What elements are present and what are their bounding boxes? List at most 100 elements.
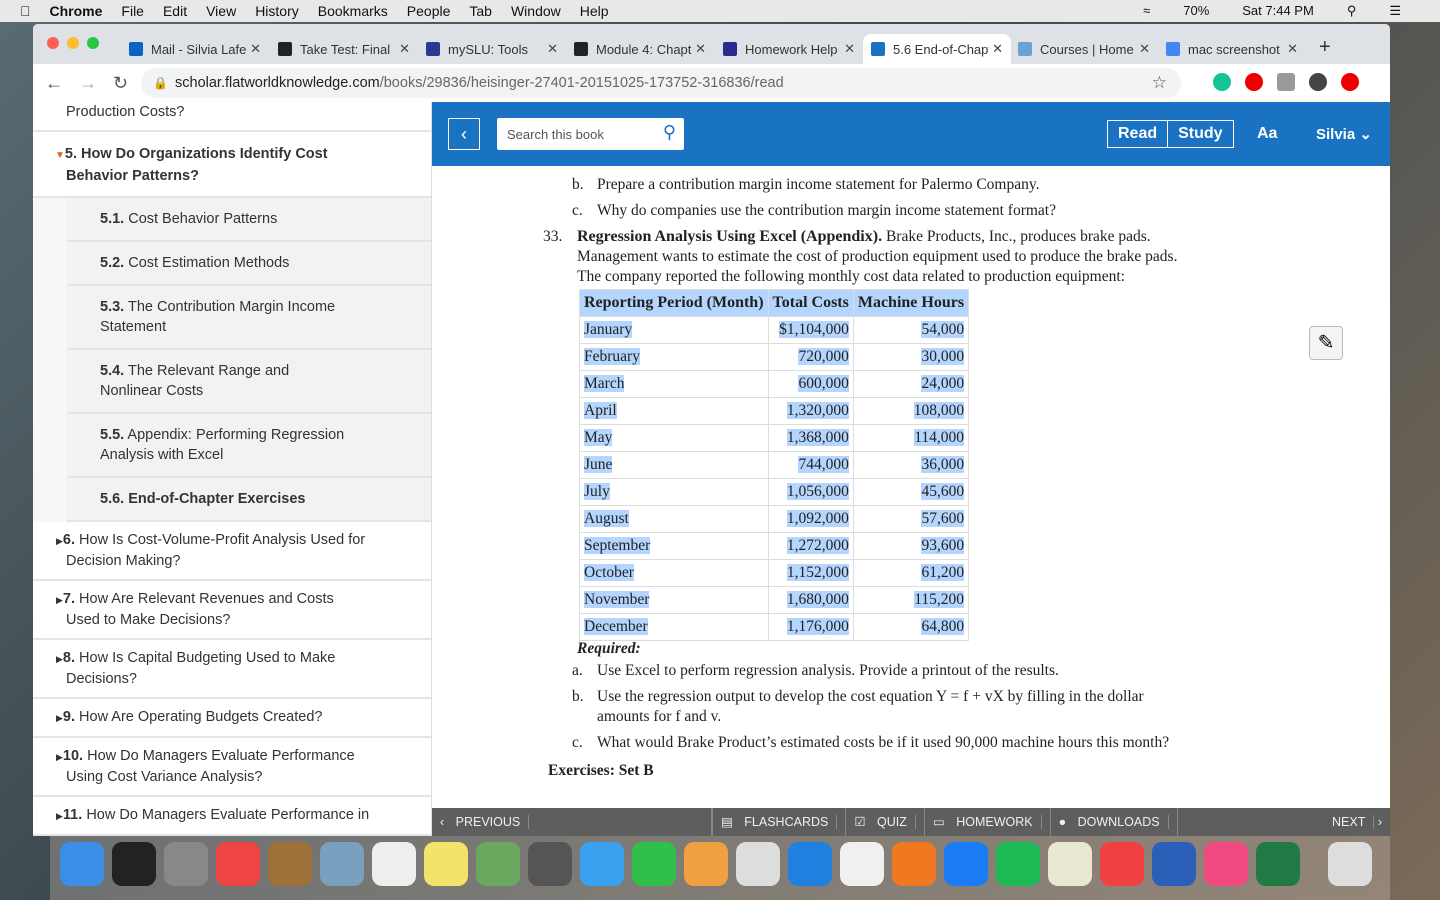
upload-extension-icon[interactable] [1341, 73, 1359, 91]
toc-item[interactable]: ▶10. How Do Managers Evaluate Performanc… [33, 738, 431, 797]
toc-item[interactable]: ▼5. How Do Organizations Identify Cost B… [33, 132, 431, 198]
back-icon[interactable]: ← [45, 73, 63, 94]
browser-tab[interactable]: 5.6 End-of-Chapter✕ [863, 34, 1011, 64]
close-tab-icon[interactable]: ✕ [695, 41, 706, 57]
dock-facetime-icon[interactable] [632, 842, 676, 886]
spotlight-icon[interactable]: ⚲ [1347, 3, 1357, 19]
dock-excel-icon[interactable] [1256, 842, 1300, 886]
browser-tab[interactable]: Mail - Silvia Lafe ✕ [121, 34, 269, 64]
apple-icon[interactable]:  [20, 3, 31, 19]
profile-avatar[interactable] [1309, 73, 1327, 91]
toc-item[interactable]: 5.5. Appendix: Performing Regression Ana… [67, 414, 431, 478]
menu-file[interactable]: File [121, 3, 144, 19]
dock-office-icon[interactable] [1100, 842, 1144, 886]
browser-tab[interactable]: Module 4: Chapter✕ [566, 34, 714, 64]
new-tab-button[interactable]: + [1319, 36, 1331, 59]
extension-icon[interactable] [1245, 73, 1263, 91]
dock-photos-icon[interactable] [684, 842, 728, 886]
dock-itunes-icon[interactable] [1204, 842, 1248, 886]
toc-item[interactable]: Production Costs? [33, 102, 431, 132]
study-tab[interactable]: Study [1168, 121, 1232, 147]
dock-grapher-icon[interactable] [1048, 842, 1092, 886]
dock-app-store-icon[interactable] [944, 842, 988, 886]
menu-tab[interactable]: Tab [469, 3, 492, 19]
grammarly-icon[interactable] [1213, 73, 1231, 91]
wifi-icon[interactable]: ≈ [1143, 3, 1150, 19]
browser-tab[interactable]: Take Test: Final ✕ [270, 34, 418, 64]
close-tab-icon[interactable]: ✕ [1139, 41, 1150, 57]
user-menu[interactable]: Silvia ⌄ [1316, 125, 1372, 143]
dock-pages-icon[interactable] [736, 842, 780, 886]
browser-tab[interactable]: mac screenshot ✕ [1158, 34, 1306, 64]
toc-item[interactable]: 5.6. End-of-Chapter Exercises [67, 478, 431, 522]
edit-note-button[interactable]: ✎ [1309, 326, 1343, 360]
dock-mail-icon[interactable] [320, 842, 364, 886]
toc-item[interactable]: ▶7. How Are Relevant Revenues and Costs … [33, 581, 431, 640]
battery-text[interactable]: 70% [1183, 3, 1209, 19]
flashcards-button[interactable]: ▤ FLASHCARDS [712, 808, 847, 836]
forward-icon[interactable]: → [79, 73, 97, 94]
toc-item[interactable]: ▶9. How Are Operating Budgets Created? [33, 699, 431, 738]
close-tab-icon[interactable]: ✕ [844, 41, 855, 57]
menu-view[interactable]: View [206, 3, 236, 19]
close-window-button[interactable] [47, 37, 59, 49]
dock-numbers-icon[interactable] [788, 842, 832, 886]
close-tab-icon[interactable]: ✕ [399, 41, 410, 57]
search-input[interactable]: Search this book ⚲ [497, 118, 684, 150]
minimize-button[interactable] [67, 37, 79, 49]
previous-button[interactable]: ‹ PREVIOUS [432, 808, 712, 836]
font-size-button[interactable]: Aa [1257, 125, 1277, 143]
dock-books-icon[interactable] [892, 842, 936, 886]
next-button[interactable]: NEXT › [1316, 808, 1390, 836]
dock-system-preferences-icon[interactable] [528, 842, 572, 886]
menu-window[interactable]: Window [511, 3, 561, 19]
toc-item[interactable]: ▶8. How Is Capital Budgeting Used to Mak… [33, 640, 431, 699]
star-icon[interactable]: ☆ [1152, 73, 1167, 93]
dock-spotify-icon[interactable] [996, 842, 1040, 886]
toc-item[interactable]: ▶11. How Do Managers Evaluate Performanc… [33, 797, 431, 836]
toggle-sidebar-button[interactable]: ‹ [448, 118, 480, 150]
close-tab-icon[interactable]: ✕ [250, 41, 261, 57]
dock-finder-icon[interactable] [60, 842, 104, 886]
toc-item[interactable]: ▶6. How Is Cost-Volume-Profit Analysis U… [33, 522, 431, 581]
zoom-button[interactable] [87, 37, 99, 49]
menu-people[interactable]: People [407, 3, 451, 19]
table-row: February 720,000 30,000 [579, 343, 970, 371]
close-tab-icon[interactable]: ✕ [547, 41, 558, 57]
dock-notes-icon[interactable] [424, 842, 468, 886]
menu-history[interactable]: History [255, 3, 299, 19]
dock-messages-icon[interactable] [580, 842, 624, 886]
clock[interactable]: Sat 7:44 PM [1242, 3, 1314, 19]
extension-icon[interactable] [1277, 73, 1295, 91]
dock-siri-icon[interactable] [112, 842, 156, 886]
search-icon[interactable]: ⚲ [663, 122, 676, 143]
menu-help[interactable]: Help [580, 3, 609, 19]
close-tab-icon[interactable]: ✕ [1287, 41, 1298, 57]
toc-item[interactable]: 5.1. Cost Behavior Patterns [67, 198, 431, 242]
browser-tab[interactable]: Homework Help ✕ [715, 34, 863, 64]
notification-icon[interactable]: ☰ [1389, 3, 1401, 19]
dock-maps-icon[interactable] [476, 842, 520, 886]
dock-keynote-icon[interactable] [840, 842, 884, 886]
browser-tab[interactable]: mySLU: Tools ✕ [418, 34, 566, 64]
toc-item[interactable]: 5.3. The Contribution Margin Income Stat… [67, 286, 431, 350]
toc-item[interactable]: 5.2. Cost Estimation Methods [67, 242, 431, 286]
toc-item[interactable]: 5.4. The Relevant Range and Nonlinear Co… [67, 350, 431, 414]
downloads-button[interactable]: ● DOWNLOADS [1051, 808, 1178, 836]
browser-tab[interactable]: Courses | Home ✕ [1010, 34, 1158, 64]
reload-icon[interactable]: ↻ [113, 73, 128, 94]
address-bar[interactable]: 🔒 scholar.flatworldknowledge.com/books/2… [141, 68, 1181, 98]
read-tab[interactable]: Read [1108, 121, 1169, 147]
menu-edit[interactable]: Edit [163, 3, 187, 19]
menu-bookmarks[interactable]: Bookmarks [318, 3, 388, 19]
homework-button[interactable]: ▭ HOMEWORK [925, 808, 1051, 836]
dock-chrome-icon[interactable] [216, 842, 260, 886]
close-tab-icon[interactable]: ✕ [992, 41, 1003, 57]
dock-launchpad-icon[interactable] [164, 842, 208, 886]
dock-contacts-icon[interactable] [268, 842, 312, 886]
quiz-button[interactable]: ☑ QUIZ [846, 808, 925, 836]
dock-word-icon[interactable] [1152, 842, 1196, 886]
dock-trash-icon[interactable] [1328, 842, 1372, 886]
dock-calendar-icon[interactable] [372, 842, 416, 886]
menu-app[interactable]: Chrome [50, 3, 103, 19]
